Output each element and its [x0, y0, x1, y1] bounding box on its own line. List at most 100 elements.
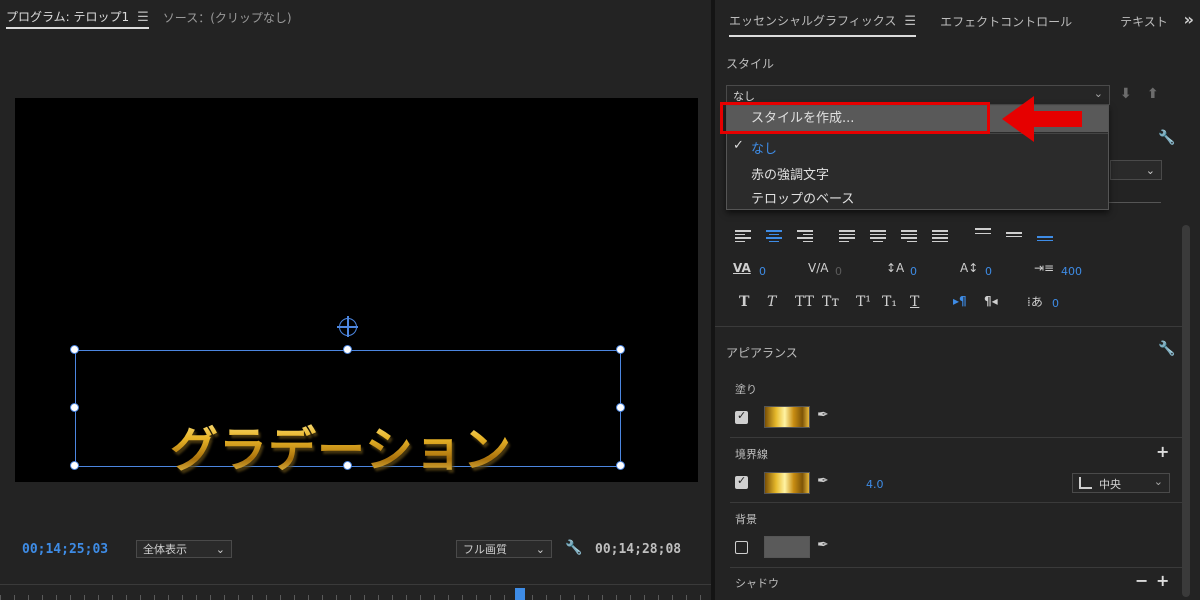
tab-width-value[interactable]: 400: [1061, 265, 1082, 278]
remove-shadow-icon[interactable]: −: [1135, 571, 1148, 590]
small-caps-icon[interactable]: Tт: [822, 294, 839, 310]
background-label: 背景: [735, 513, 757, 526]
tsume-value[interactable]: 0: [1052, 297, 1059, 310]
justify-left-icon[interactable]: [839, 230, 855, 242]
kerning-value[interactable]: 0: [759, 265, 766, 278]
justify-center-icon[interactable]: [870, 230, 886, 242]
panel-scrollbar[interactable]: [1182, 225, 1190, 597]
panel-menu-icon[interactable]: ☰: [904, 14, 916, 29]
zoom-select[interactable]: 全体表示 ⌄: [136, 540, 232, 558]
eyedropper-icon[interactable]: ✒: [817, 407, 829, 423]
right-tabbar: エッセンシャルグラフィックス ☰ エフェクトコントロール テキスト »: [715, 0, 1200, 42]
eyedropper-icon[interactable]: ✒: [817, 473, 829, 489]
bbox-handle-top-right[interactable]: [616, 345, 625, 354]
stroke-color-swatch[interactable]: [764, 472, 810, 494]
chevron-down-icon: ⌄: [1093, 87, 1103, 100]
underline-icon[interactable]: T: [910, 294, 919, 310]
align-right-icon[interactable]: [797, 230, 813, 242]
justify-all-icon[interactable]: [932, 230, 948, 242]
push-style-up-icon[interactable]: ⬆: [1147, 86, 1159, 102]
stroke-position-select[interactable]: 中央 ⌄: [1072, 473, 1170, 493]
bbox-handle-mid-right[interactable]: [616, 403, 625, 412]
section-divider: [730, 437, 1186, 438]
faux-italic-icon[interactable]: T: [767, 294, 776, 310]
kerning-icon[interactable]: VA: [733, 261, 751, 275]
faux-bold-icon[interactable]: T: [739, 294, 749, 310]
current-timecode[interactable]: 00;14;25;03: [22, 542, 108, 557]
leading-icon[interactable]: ↕A: [886, 261, 904, 275]
baseline-shift-icon[interactable]: A↕: [960, 261, 978, 275]
bbox-handle-top-left[interactable]: [70, 345, 79, 354]
tracking-icon[interactable]: V/A: [808, 261, 828, 275]
quality-select[interactable]: フル画質 ⌄: [456, 540, 552, 558]
chevron-down-icon: ⌄: [535, 542, 545, 556]
wrench-icon[interactable]: 🔧: [1158, 341, 1175, 357]
bbox-handle-top-center[interactable]: [343, 345, 352, 354]
bbox-handle-bottom-left[interactable]: [70, 461, 79, 470]
baseline-value[interactable]: 0: [985, 265, 992, 278]
tracking-value[interactable]: 0: [835, 265, 842, 278]
tsume-icon[interactable]: ⁞あ: [1027, 293, 1043, 310]
leading-value[interactable]: 0: [910, 265, 917, 278]
tab-essential-graphics[interactable]: エッセンシャルグラフィックス ☰: [729, 12, 917, 37]
align-left-icon[interactable]: [735, 230, 751, 242]
all-caps-icon[interactable]: TT: [795, 294, 814, 310]
tab-text[interactable]: テキスト: [1120, 13, 1168, 30]
fill-color-swatch[interactable]: [764, 406, 810, 428]
highlight-box: [720, 102, 990, 134]
background-color-swatch[interactable]: [764, 536, 810, 558]
superscript-icon[interactable]: T¹: [856, 294, 871, 310]
chevron-down-icon: ⌄: [1153, 475, 1163, 488]
tab-width-icon[interactable]: ⇥≡: [1034, 261, 1054, 275]
anchor-point-icon[interactable]: [337, 316, 358, 337]
more-tabs-icon[interactable]: »: [1184, 10, 1194, 29]
duration-timecode: 00;14;28;08: [595, 542, 682, 557]
bbox-handle-bottom-right[interactable]: [616, 461, 625, 470]
align-center-icon[interactable]: [766, 230, 782, 242]
justify-right-icon[interactable]: [901, 230, 917, 242]
shadow-label: シャドウ: [735, 577, 779, 590]
subscript-icon[interactable]: T₁: [882, 294, 897, 310]
section-divider: [730, 502, 1186, 503]
wrench-icon[interactable]: 🔧: [1158, 130, 1175, 146]
ltr-direction-icon[interactable]: ▸¶: [953, 294, 967, 308]
fill-label: 塗り: [735, 383, 757, 396]
appearance-header: アピアランス: [726, 346, 798, 360]
add-stroke-icon[interactable]: +: [1156, 442, 1169, 461]
chevron-down-icon: ⌄: [1145, 163, 1155, 177]
background-checkbox[interactable]: [735, 541, 748, 554]
section-divider: [730, 567, 1186, 568]
menu-item-telop-base[interactable]: テロップのベース: [727, 188, 1108, 207]
section-divider: [715, 326, 1185, 327]
checkmark-icon: ✓: [733, 138, 744, 153]
add-shadow-icon[interactable]: +: [1156, 571, 1169, 590]
menu-item-red-emphasis[interactable]: 赤の強調文字: [727, 164, 1108, 183]
push-style-down-icon[interactable]: ⬇: [1120, 86, 1132, 102]
style-label: スタイル: [726, 57, 775, 71]
align-bottom-icon[interactable]: [1037, 236, 1053, 248]
font-select-partial[interactable]: ⌄: [1110, 160, 1162, 180]
stroke-width-value[interactable]: 4.0: [866, 478, 884, 491]
bbox-handle-mid-left[interactable]: [70, 403, 79, 412]
stroke-position-icon: [1079, 477, 1092, 489]
wrench-icon[interactable]: 🔧: [565, 540, 582, 556]
chevron-down-icon: ⌄: [215, 542, 225, 556]
essential-graphics-panel: エッセンシャルグラフィックス ☰ エフェクトコントロール テキスト » スタイル …: [715, 0, 1200, 600]
tab-program[interactable]: プログラム: テロップ1 ☰: [6, 6, 149, 29]
fill-checkbox[interactable]: [735, 409, 748, 424]
eyedropper-icon[interactable]: ✒: [817, 537, 829, 553]
tab-source[interactable]: ソース：(クリップなし): [163, 7, 292, 28]
rtl-direction-icon[interactable]: ¶◂: [984, 294, 998, 308]
stroke-label: 境界線: [735, 448, 768, 461]
title-text[interactable]: グラデーション: [170, 410, 512, 480]
red-arrow-icon: [1002, 96, 1082, 142]
stroke-position-label: 中央: [1099, 478, 1121, 491]
align-middle-icon[interactable]: [1006, 232, 1022, 244]
tab-effect-controls[interactable]: エフェクトコントロール: [940, 13, 1072, 30]
stroke-checkbox[interactable]: [735, 474, 748, 489]
playhead[interactable]: [515, 588, 525, 600]
align-top-icon[interactable]: [975, 228, 991, 240]
program-monitor: プログラム: テロップ1 ☰ ソース：(クリップなし) グラデーション 00;14…: [0, 0, 711, 600]
panel-menu-icon[interactable]: ☰: [137, 10, 149, 25]
time-ruler[interactable]: [0, 584, 711, 600]
